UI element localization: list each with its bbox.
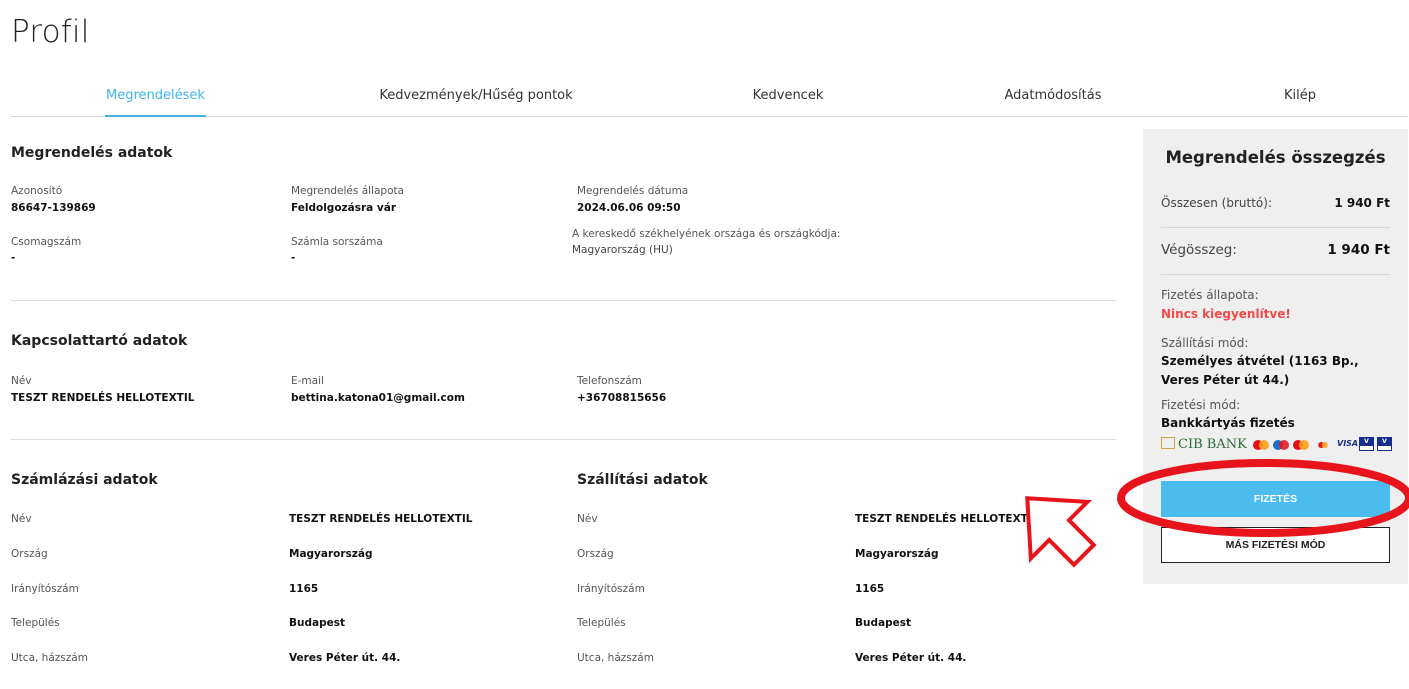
billing-row-label: Ország bbox=[11, 548, 48, 560]
grand-total-label: Végösszeg: bbox=[1161, 242, 1237, 258]
order-id-label: Azonosító bbox=[11, 185, 63, 197]
order-id-value: 86647-139869 bbox=[11, 202, 96, 214]
invoice-number-label: Számla sorszáma bbox=[291, 236, 383, 248]
verified-by-visa-icon: V bbox=[1359, 437, 1374, 451]
contact-details-title: Kapcsolattartó adatok bbox=[11, 333, 188, 349]
order-details-title: Megrendelés adatok bbox=[11, 145, 173, 161]
shipping-row-label: Irányítószám bbox=[577, 583, 645, 595]
payment-logos: CIB BANK VISA V V bbox=[1161, 437, 1393, 453]
billing-row-label: Irányítószám bbox=[11, 583, 79, 595]
tab-logout[interactable]: Kilép bbox=[1270, 82, 1330, 117]
shipping-row-label: Utca, házszám bbox=[577, 652, 654, 664]
order-status-value: Feldolgozásra vár bbox=[291, 202, 396, 214]
divider bbox=[1161, 274, 1390, 275]
summary-title: Megrendelés összegzés bbox=[1165, 148, 1386, 167]
billing-row-value: TESZT RENDELÉS HELLOTEXTIL bbox=[289, 513, 473, 525]
contact-phone-label: Telefonszám bbox=[577, 375, 642, 387]
package-number-label: Csomagszám bbox=[11, 236, 82, 248]
shipping-row-value: Budapest bbox=[855, 617, 911, 629]
tab-data-modification[interactable]: Adatmódosítás bbox=[998, 82, 1108, 117]
cib-bank-logo: CIB BANK bbox=[1161, 437, 1247, 452]
payment-status-value: Nincs kiegyenlítve! bbox=[1161, 307, 1291, 321]
page-title: Profil bbox=[11, 14, 90, 50]
mastercard-icon bbox=[1253, 440, 1269, 450]
profile-tabs: Megrendelések Kedvezmények/Hűség pontok … bbox=[11, 82, 1408, 117]
merchant-country-value: Magyarország (HU) bbox=[572, 244, 673, 256]
maestro-icon bbox=[1273, 440, 1289, 450]
billing-row-value: Magyarország bbox=[289, 548, 373, 560]
billing-row-value: Veres Péter út. 44. bbox=[289, 652, 401, 664]
billing-details-title: Számlázási adatok bbox=[11, 472, 158, 488]
visa-icon: VISA bbox=[1337, 439, 1359, 448]
payment-method-value: Bankkártyás fizetés bbox=[1161, 416, 1295, 430]
shipping-row-value: Veres Péter út. 44. bbox=[855, 652, 967, 664]
grand-total-row: Végösszeg: 1 940 Ft bbox=[1161, 242, 1390, 258]
contact-phone-value: +36708815656 bbox=[577, 392, 667, 404]
grand-total-value: 1 940 Ft bbox=[1327, 242, 1390, 258]
contact-email-label: E-mail bbox=[291, 375, 324, 387]
tab-favorites[interactable]: Kedvencek bbox=[744, 82, 832, 117]
divider bbox=[11, 300, 1116, 301]
billing-row-label: Név bbox=[11, 513, 32, 525]
contact-email-value: bettina.katona01@gmail.com bbox=[291, 392, 465, 404]
shipping-method-label: Szállítási mód: bbox=[1161, 336, 1249, 350]
other-payment-method-button[interactable]: MÁS FIZETÉSI MÓD bbox=[1161, 527, 1390, 563]
billing-row-label: Település bbox=[11, 617, 60, 629]
visa-secure-icon: V bbox=[1377, 437, 1392, 451]
gross-total-value: 1 940 Ft bbox=[1334, 196, 1390, 210]
mastercard-icon bbox=[1293, 440, 1309, 450]
payment-method-label: Fizetési mód: bbox=[1161, 398, 1241, 412]
order-date-label: Megrendelés dátuma bbox=[577, 185, 689, 197]
billing-row-value: Budapest bbox=[289, 617, 345, 629]
tab-discounts-loyalty[interactable]: Kedvezmények/Hűség pontok bbox=[375, 82, 577, 117]
contact-name-label: Név bbox=[11, 375, 32, 387]
order-date-value: 2024.06.06 09:50 bbox=[577, 202, 681, 214]
shipping-row-label: Település bbox=[577, 617, 626, 629]
divider bbox=[1161, 227, 1390, 228]
shipping-row-value: TESZT RENDELÉS HELLOTEXTIL bbox=[855, 513, 1039, 525]
gross-total-row: Összesen (bruttó): 1 940 Ft bbox=[1161, 196, 1390, 210]
mastercard-small-icon bbox=[1318, 442, 1328, 448]
merchant-country-label: A kereskedő székhelyének országa és orsz… bbox=[572, 228, 841, 240]
order-status-label: Megrendelés állapota bbox=[291, 185, 405, 197]
shipping-row-label: Név bbox=[577, 513, 598, 525]
shipping-details-title: Szállítási adatok bbox=[577, 472, 708, 488]
tab-orders[interactable]: Megrendelések bbox=[105, 82, 206, 117]
shipping-row-value: 1165 bbox=[855, 583, 885, 595]
pay-button[interactable]: FIZETÉS bbox=[1161, 481, 1390, 517]
order-summary-panel: Megrendelés összegzés Összesen (bruttó):… bbox=[1143, 129, 1408, 584]
cib-bank-logo-text: CIB BANK bbox=[1178, 437, 1247, 452]
shipping-row-label: Ország bbox=[577, 548, 614, 560]
package-number-value: - bbox=[11, 252, 16, 264]
billing-row-value: 1165 bbox=[289, 583, 319, 595]
pointer-arrow-icon bbox=[1025, 496, 1097, 568]
contact-name-value: TESZT RENDELÉS HELLOTEXTIL bbox=[11, 392, 195, 404]
divider bbox=[11, 439, 1116, 440]
shipping-method-value: Személyes átvétel (1163 Bp., Veres Péter… bbox=[1161, 354, 1359, 387]
shipping-row-value: Magyarország bbox=[855, 548, 939, 560]
billing-row-label: Utca, házszám bbox=[11, 652, 88, 664]
invoice-number-value: - bbox=[291, 252, 296, 264]
payment-status-label: Fizetés állapota: bbox=[1161, 288, 1259, 302]
gross-total-label: Összesen (bruttó): bbox=[1161, 196, 1272, 210]
